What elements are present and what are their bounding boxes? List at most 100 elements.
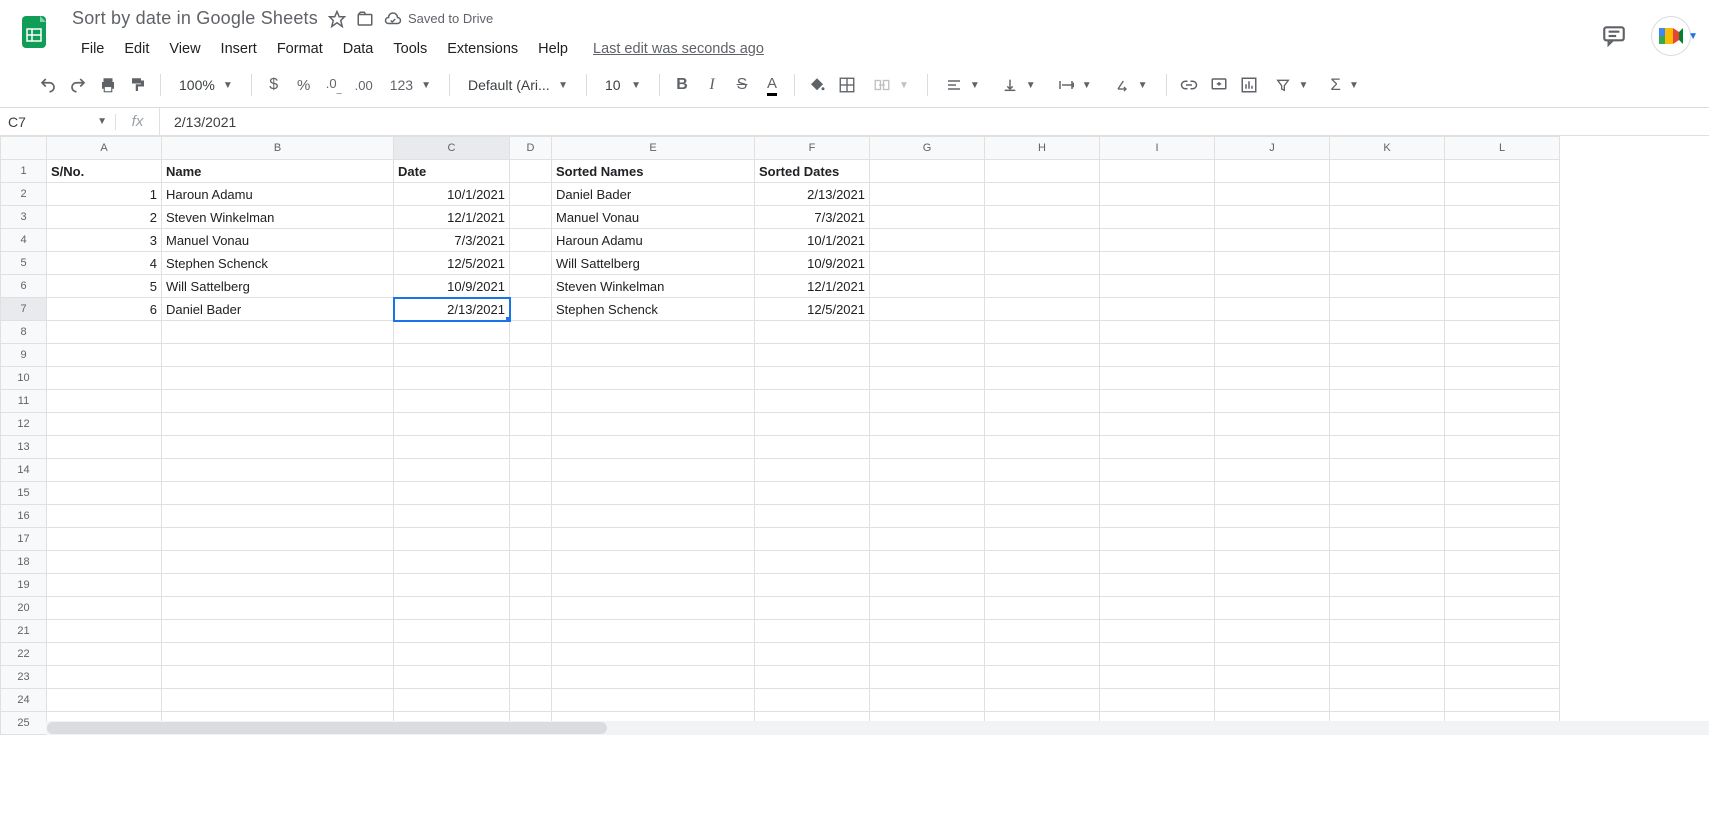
row-header-14[interactable]: 14 [1, 459, 47, 482]
cell-G18[interactable] [870, 551, 985, 574]
cell-C2[interactable]: 10/1/2021 [394, 183, 510, 206]
increase-decimal-icon[interactable]: .00 [350, 71, 378, 99]
cell-A15[interactable] [47, 482, 162, 505]
cell-E4[interactable]: Haroun Adamu [552, 229, 755, 252]
cell-L21[interactable] [1445, 620, 1560, 643]
cell-G1[interactable] [870, 160, 985, 183]
cell-B13[interactable] [162, 436, 394, 459]
cell-B7[interactable]: Daniel Bader [162, 298, 394, 321]
cell-L19[interactable] [1445, 574, 1560, 597]
cell-E14[interactable] [552, 459, 755, 482]
cell-B2[interactable]: Haroun Adamu [162, 183, 394, 206]
cell-K17[interactable] [1330, 528, 1445, 551]
row-header-2[interactable]: 2 [1, 183, 47, 206]
cell-B23[interactable] [162, 666, 394, 689]
cell-I12[interactable] [1100, 413, 1215, 436]
cell-E19[interactable] [552, 574, 755, 597]
cell-B8[interactable] [162, 321, 394, 344]
cell-F13[interactable] [755, 436, 870, 459]
cell-E20[interactable] [552, 597, 755, 620]
cell-A22[interactable] [47, 643, 162, 666]
cell-F3[interactable]: 7/3/2021 [755, 206, 870, 229]
cell-A20[interactable] [47, 597, 162, 620]
cell-H18[interactable] [985, 551, 1100, 574]
cell-H23[interactable] [985, 666, 1100, 689]
cell-J1[interactable] [1215, 160, 1330, 183]
row-header-17[interactable]: 17 [1, 528, 47, 551]
cell-J22[interactable] [1215, 643, 1330, 666]
cell-I6[interactable] [1100, 275, 1215, 298]
formula-input[interactable]: 2/13/2021 [160, 114, 236, 130]
row-header-4[interactable]: 4 [1, 229, 47, 252]
percent-icon[interactable]: % [290, 71, 318, 99]
row-header-6[interactable]: 6 [1, 275, 47, 298]
cell-E6[interactable]: Steven Winkelman [552, 275, 755, 298]
cell-C21[interactable] [394, 620, 510, 643]
cell-A5[interactable]: 4 [47, 252, 162, 275]
col-header-J[interactable]: J [1215, 137, 1330, 160]
row-header-1[interactable]: 1 [1, 160, 47, 183]
number-format-select[interactable]: 123▼ [380, 77, 441, 93]
cell-F4[interactable]: 10/1/2021 [755, 229, 870, 252]
cell-H11[interactable] [985, 390, 1100, 413]
row-header-16[interactable]: 16 [1, 505, 47, 528]
cell-I15[interactable] [1100, 482, 1215, 505]
cell-K5[interactable] [1330, 252, 1445, 275]
cell-J6[interactable] [1215, 275, 1330, 298]
filter-icon[interactable]: ▼ [1265, 77, 1319, 93]
cell-K13[interactable] [1330, 436, 1445, 459]
cell-D12[interactable] [510, 413, 552, 436]
cell-A9[interactable] [47, 344, 162, 367]
cell-A12[interactable] [47, 413, 162, 436]
cell-J11[interactable] [1215, 390, 1330, 413]
cell-B9[interactable] [162, 344, 394, 367]
cell-G6[interactable] [870, 275, 985, 298]
cell-B20[interactable] [162, 597, 394, 620]
cell-B12[interactable] [162, 413, 394, 436]
col-header-K[interactable]: K [1330, 137, 1445, 160]
cell-H3[interactable] [985, 206, 1100, 229]
cell-D10[interactable] [510, 367, 552, 390]
cell-C12[interactable] [394, 413, 510, 436]
cell-H24[interactable] [985, 689, 1100, 712]
cell-K6[interactable] [1330, 275, 1445, 298]
text-wrap-icon[interactable]: ▼ [1048, 77, 1102, 93]
cell-H17[interactable] [985, 528, 1100, 551]
cell-B24[interactable] [162, 689, 394, 712]
cell-C8[interactable] [394, 321, 510, 344]
cell-B5[interactable]: Stephen Schenck [162, 252, 394, 275]
borders-icon[interactable] [833, 71, 861, 99]
cell-A19[interactable] [47, 574, 162, 597]
cell-I24[interactable] [1100, 689, 1215, 712]
cell-H15[interactable] [985, 482, 1100, 505]
cell-A1[interactable]: S/No. [47, 160, 162, 183]
cell-G3[interactable] [870, 206, 985, 229]
cell-C22[interactable] [394, 643, 510, 666]
cell-I9[interactable] [1100, 344, 1215, 367]
cell-F24[interactable] [755, 689, 870, 712]
cell-L15[interactable] [1445, 482, 1560, 505]
move-icon[interactable] [356, 10, 374, 28]
row-header-10[interactable]: 10 [1, 367, 47, 390]
cell-I10[interactable] [1100, 367, 1215, 390]
cell-J10[interactable] [1215, 367, 1330, 390]
cell-G14[interactable] [870, 459, 985, 482]
cell-C18[interactable] [394, 551, 510, 574]
cell-D20[interactable] [510, 597, 552, 620]
cell-D22[interactable] [510, 643, 552, 666]
cell-J9[interactable] [1215, 344, 1330, 367]
row-header-19[interactable]: 19 [1, 574, 47, 597]
cell-L3[interactable] [1445, 206, 1560, 229]
row-header-9[interactable]: 9 [1, 344, 47, 367]
cell-J17[interactable] [1215, 528, 1330, 551]
cell-J5[interactable] [1215, 252, 1330, 275]
cell-L7[interactable] [1445, 298, 1560, 321]
cell-K7[interactable] [1330, 298, 1445, 321]
cell-K2[interactable] [1330, 183, 1445, 206]
menu-view[interactable]: View [160, 37, 209, 61]
cell-E16[interactable] [552, 505, 755, 528]
cell-E24[interactable] [552, 689, 755, 712]
cell-E10[interactable] [552, 367, 755, 390]
menu-data[interactable]: Data [334, 37, 383, 61]
cell-J19[interactable] [1215, 574, 1330, 597]
